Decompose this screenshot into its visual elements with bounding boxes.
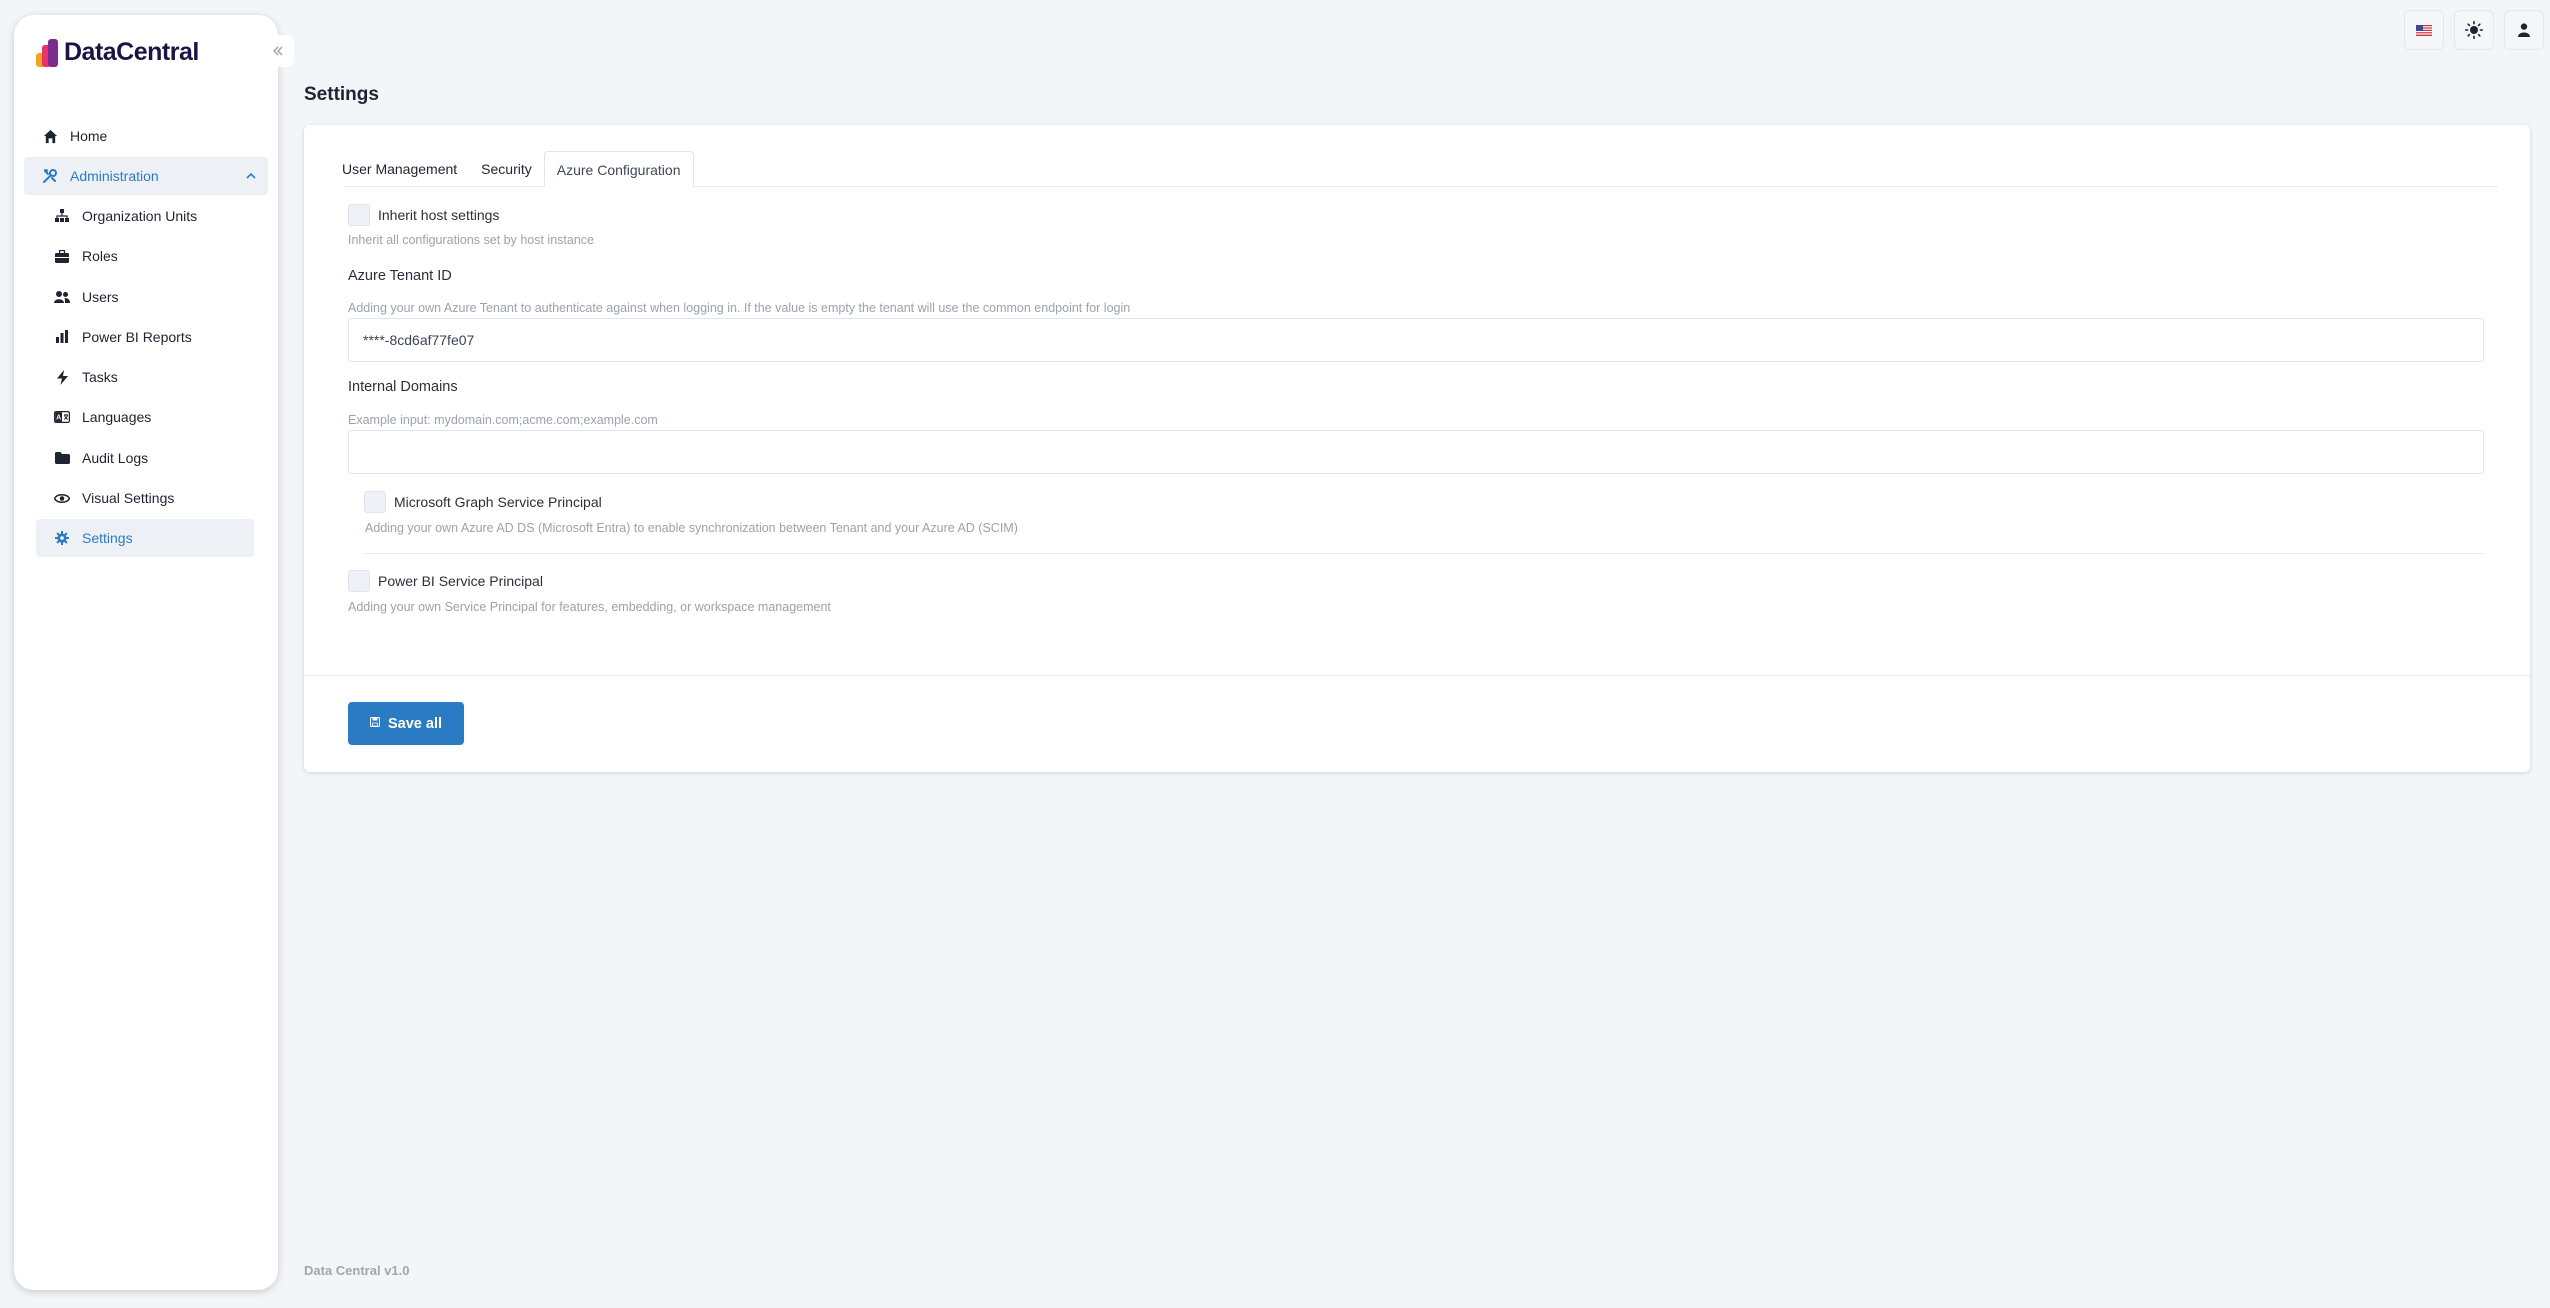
sidebar-item-label: Tasks — [82, 369, 118, 386]
sidebar-item-label: Languages — [82, 409, 152, 426]
sidebar-item-power-bi-reports[interactable]: Power BI Reports — [36, 318, 268, 356]
sidebar-item-label: Users — [82, 288, 119, 305]
language-icon: A — [54, 409, 70, 425]
azure-tenant-id-help: Adding your own Azure Tenant to authenti… — [348, 301, 1131, 315]
gear-icon — [54, 530, 70, 546]
sidebar-item-administration[interactable]: Administration — [24, 157, 268, 195]
tab-azure-configuration[interactable]: Azure Configuration — [543, 151, 694, 187]
sidebar-item-languages[interactable]: A Languages — [36, 398, 268, 436]
org-chart-icon — [54, 208, 70, 224]
admin-submenu: Organization Units Roles Users Power BI … — [36, 197, 268, 558]
footer-version: Data Central v1.0 — [304, 1263, 410, 1278]
bolt-icon — [54, 369, 70, 385]
internal-domains-help: Example input: mydomain.com;acme.com;exa… — [348, 413, 658, 427]
inherit-host-settings-row: Inherit host settings — [348, 204, 499, 226]
sidebar-item-settings[interactable]: Settings — [36, 519, 254, 558]
sidebar-item-label: Administration — [70, 168, 159, 184]
graph-service-principal-checkbox[interactable] — [364, 491, 386, 513]
sidebar-item-home[interactable]: Home — [24, 117, 268, 155]
home-icon — [42, 128, 58, 144]
powerbi-service-principal-label: Power BI Service Principal — [378, 573, 543, 589]
sidebar-item-users[interactable]: Users — [36, 278, 268, 316]
theme-toggle-button[interactable] — [2454, 10, 2494, 50]
inherit-host-settings-checkbox[interactable] — [348, 204, 370, 226]
sidebar-nav: Home Administration Organization Units R… — [24, 117, 268, 560]
section-divider — [365, 553, 2484, 554]
user-menu-button[interactable] — [2504, 10, 2544, 50]
floppy-disk-icon — [369, 717, 380, 730]
internal-domains-input[interactable] — [348, 430, 2484, 474]
sidebar-item-roles[interactable]: Roles — [36, 237, 268, 275]
user-icon — [2518, 23, 2530, 37]
sidebar-item-visual-settings[interactable]: Visual Settings — [36, 479, 268, 517]
powerbi-service-principal-help: Adding your own Service Principal for fe… — [348, 600, 831, 614]
settings-tabs: User Management Security Azure Configura… — [342, 151, 2498, 187]
page-title: Settings — [304, 84, 379, 105]
logo[interactable]: DataCentral — [36, 37, 199, 67]
settings-card: User Management Security Azure Configura… — [304, 125, 2530, 772]
language-button[interactable] — [2404, 10, 2444, 50]
azure-tenant-id-input[interactable] — [348, 318, 2484, 362]
double-chevron-left-icon — [273, 46, 283, 56]
chevron-up-icon — [246, 169, 256, 183]
inherit-host-settings-label: Inherit host settings — [378, 207, 500, 223]
inherit-host-settings-help: Inherit all configurations set by host i… — [348, 233, 594, 247]
sidebar-item-label: Visual Settings — [82, 490, 175, 507]
azure-tenant-id-label: Azure Tenant ID — [348, 268, 452, 284]
sidebar-item-label: Roles — [82, 248, 118, 265]
tab-security[interactable]: Security — [469, 151, 544, 187]
eye-icon — [54, 490, 70, 506]
sidebar-item-label: Home — [70, 128, 108, 144]
graph-service-principal-label: Microsoft Graph Service Principal — [394, 494, 602, 510]
powerbi-service-principal-checkbox[interactable] — [348, 570, 370, 592]
sidebar-collapse-button[interactable] — [262, 35, 294, 67]
sidebar-item-label: Audit Logs — [82, 449, 149, 466]
card-footer-divider — [304, 675, 2530, 676]
us-flag-icon — [2416, 24, 2432, 36]
sidebar-item-audit-logs[interactable]: Audit Logs — [36, 439, 268, 477]
graph-service-principal-row: Microsoft Graph Service Principal — [364, 491, 602, 513]
powerbi-service-principal-row: Power BI Service Principal — [348, 570, 543, 592]
sidebar-item-organization-units[interactable]: Organization Units — [36, 197, 268, 235]
save-all-button[interactable]: Save all — [348, 702, 464, 745]
sun-icon — [2465, 21, 2483, 39]
sidebar-item-label: Organization Units — [82, 208, 198, 224]
app-name: DataCentral — [64, 37, 199, 66]
graph-service-principal-help: Adding your own Azure AD DS (Microsoft E… — [365, 521, 1018, 535]
folder-icon — [54, 450, 70, 466]
users-icon — [54, 289, 70, 305]
logo-mark-icon — [36, 37, 60, 67]
internal-domains-label: Internal Domains — [348, 379, 458, 395]
tools-icon — [42, 168, 58, 184]
tab-user-management[interactable]: User Management — [332, 151, 469, 187]
sidebar: DataCentral Home Administration Organiza… — [14, 15, 278, 1290]
sidebar-item-label: Settings — [82, 530, 133, 547]
briefcase-icon — [54, 248, 70, 264]
sidebar-item-tasks[interactable]: Tasks — [36, 358, 268, 396]
save-all-label: Save all — [387, 715, 442, 732]
svg-text:A: A — [56, 415, 61, 422]
sidebar-item-label: Power BI Reports — [82, 328, 192, 345]
bar-chart-icon — [54, 329, 70, 345]
